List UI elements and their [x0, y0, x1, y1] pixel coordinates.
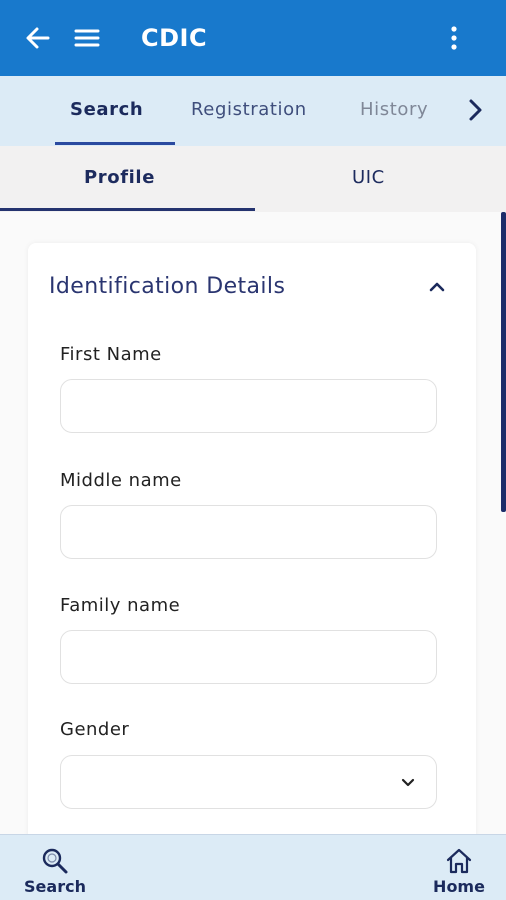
nav-search-label: Search	[24, 877, 86, 896]
gender-label: Gender	[60, 719, 130, 740]
tab-history[interactable]: History	[360, 98, 428, 122]
identification-details-card: Identification Details First Name Middle…	[28, 243, 476, 834]
section-title: Identification Details	[49, 274, 286, 299]
app-title: CDIC	[141, 24, 208, 52]
middle-name-field[interactable]	[60, 505, 437, 559]
active-subtab-indicator	[0, 208, 255, 211]
family-name-label: Family name	[60, 595, 181, 616]
scroll-tabs-right-button[interactable]	[464, 96, 488, 124]
dropdown-toggle[interactable]	[398, 772, 418, 792]
active-tab-indicator	[55, 142, 175, 145]
collapse-section-button[interactable]	[426, 276, 448, 298]
nav-search[interactable]: Search	[20, 835, 90, 900]
chevron-down-icon	[401, 778, 415, 787]
home-icon	[446, 848, 472, 874]
tab-registration[interactable]: Registration	[191, 98, 307, 122]
hamburger-menu-icon	[74, 29, 100, 47]
scrollbar[interactable]	[501, 212, 506, 512]
family-name-field[interactable]	[60, 630, 437, 684]
back-button[interactable]	[24, 24, 52, 52]
tab-search[interactable]: Search	[70, 98, 143, 122]
top-tab-bar: Search Registration History	[0, 76, 506, 146]
nav-home-label: Home	[433, 877, 485, 896]
gender-select[interactable]	[60, 755, 437, 809]
arrow-left-icon	[26, 27, 50, 49]
first-name-label: First Name	[60, 344, 162, 365]
first-name-field[interactable]	[60, 379, 437, 433]
sub-tab-bar: Profile UIC	[0, 146, 506, 212]
subtab-profile[interactable]: Profile	[84, 166, 155, 190]
menu-button[interactable]	[73, 24, 101, 52]
search-icon	[42, 848, 68, 874]
chevron-right-icon	[469, 99, 482, 121]
middle-name-label: Middle name	[60, 470, 182, 491]
chevron-up-icon	[429, 282, 445, 292]
app-bar: CDIC	[0, 0, 506, 76]
nav-home[interactable]: Home	[424, 835, 494, 900]
bottom-navigation: Search Home	[0, 834, 506, 900]
more-options-button[interactable]	[440, 24, 468, 52]
subtab-uic[interactable]: UIC	[352, 166, 385, 190]
form-scroll-area[interactable]: Identification Details First Name Middle…	[0, 212, 506, 834]
app-screen: CDIC Search Registration History Profile…	[0, 0, 506, 900]
more-vertical-icon	[451, 26, 457, 50]
